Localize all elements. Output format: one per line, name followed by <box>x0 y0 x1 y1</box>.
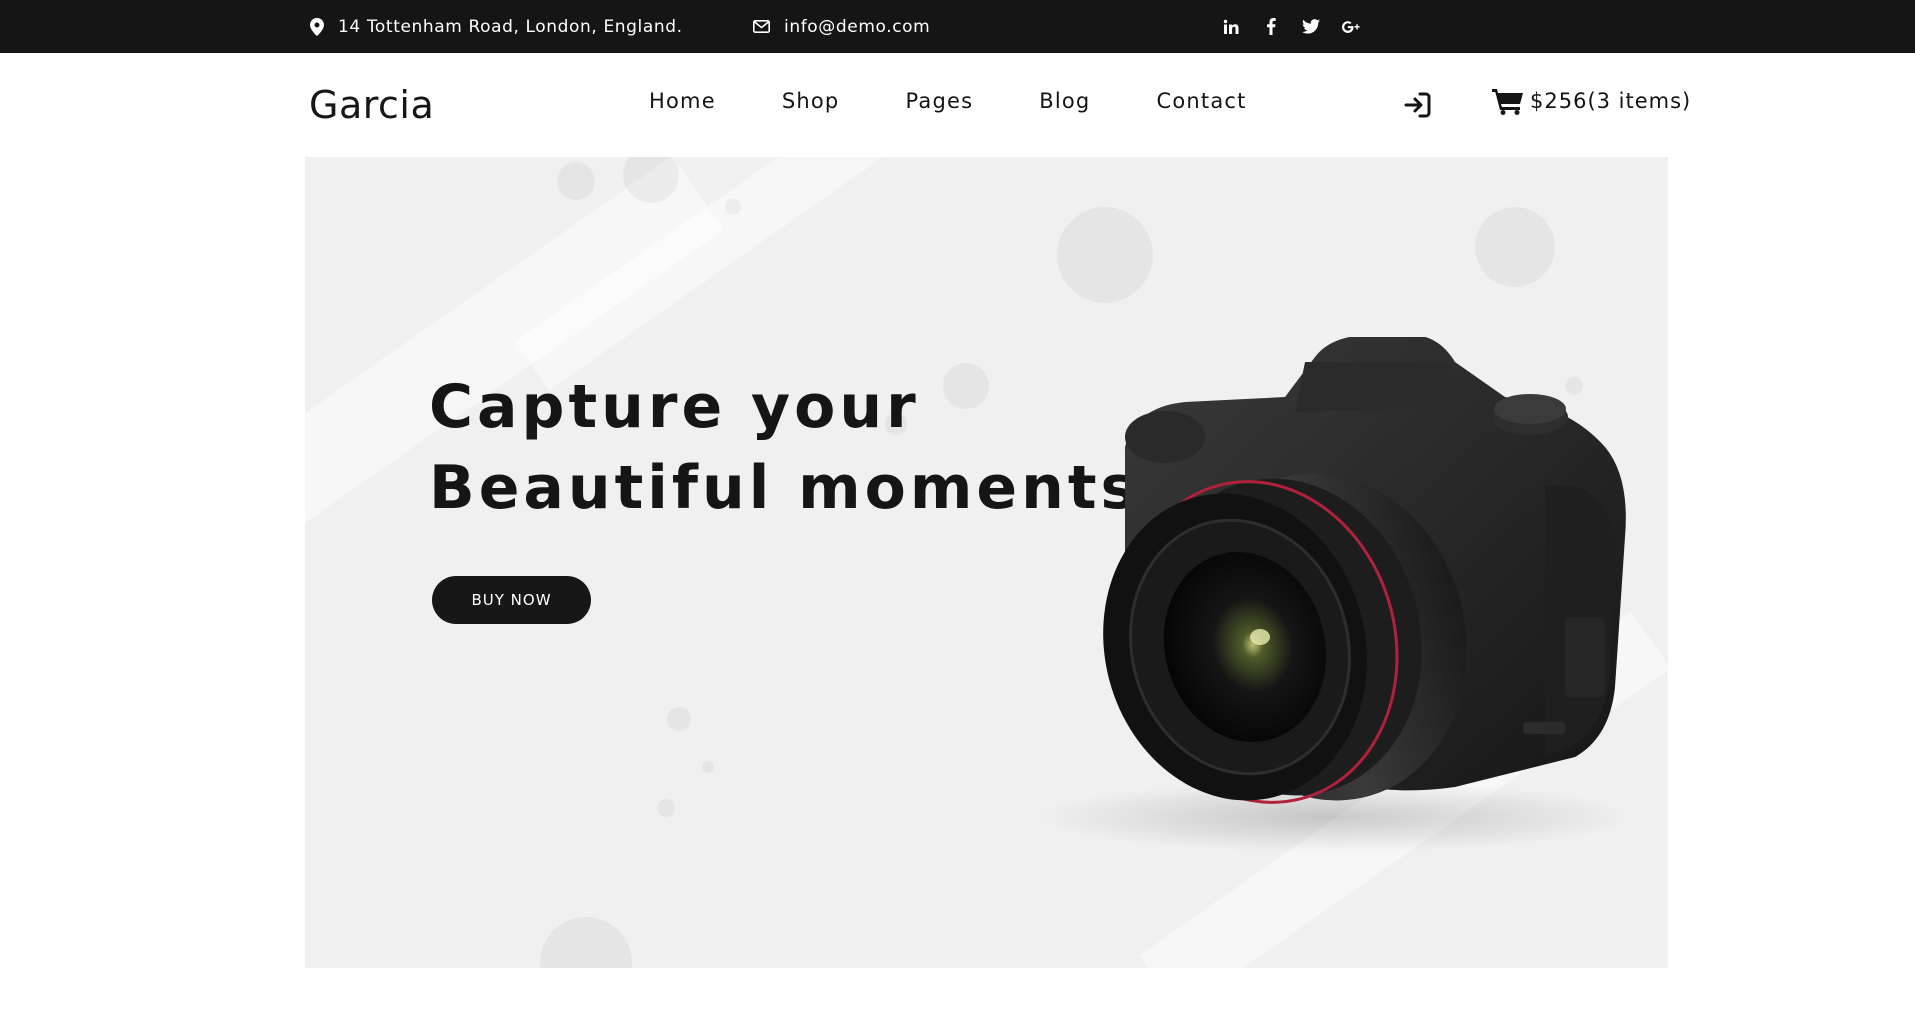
shopping-cart-icon <box>1492 89 1523 115</box>
background-dot <box>1057 207 1153 303</box>
nav-contact[interactable]: Contact <box>1156 89 1246 113</box>
buy-now-button[interactable]: BUY NOW <box>432 576 591 624</box>
envelope-icon <box>753 20 770 33</box>
cart-button[interactable]: $256(3 items) <box>1492 87 1691 115</box>
cart-summary[interactable]: $256(3 items) <box>1530 89 1691 113</box>
login-icon[interactable] <box>1403 90 1433 120</box>
linkedin-icon[interactable] <box>1222 18 1240 36</box>
top-bar: 14 Tottenham Road, London, England. info… <box>0 0 1915 53</box>
hero-banner: Capture your Beautiful moments BUY NOW <box>305 157 1668 968</box>
background-dot <box>540 917 632 968</box>
site-logo[interactable]: Garcia <box>309 83 434 127</box>
social-links <box>1222 0 1360 53</box>
nav-blog[interactable]: Blog <box>1039 89 1090 113</box>
nav-shop[interactable]: Shop <box>782 89 840 113</box>
dslr-camera-image <box>1035 337 1635 853</box>
main-nav: Home Shop Pages Blog Contact <box>649 89 1313 113</box>
facebook-icon[interactable] <box>1262 18 1280 36</box>
email-info[interactable]: info@demo.com <box>753 0 930 53</box>
nav-home[interactable]: Home <box>649 89 716 113</box>
google-plus-icon[interactable] <box>1342 18 1360 36</box>
background-dot <box>725 199 741 215</box>
site-header: Garcia Home Shop Pages Blog Contact $256… <box>0 53 1915 157</box>
map-pin-icon <box>310 17 324 36</box>
background-dot <box>667 707 691 731</box>
background-dot <box>557 162 595 200</box>
background-dot <box>1475 207 1555 287</box>
address-info: 14 Tottenham Road, London, England. <box>310 0 683 53</box>
background-dot <box>657 799 675 817</box>
nav-pages[interactable]: Pages <box>905 89 973 113</box>
address-text: 14 Tottenham Road, London, England. <box>338 16 683 37</box>
twitter-icon[interactable] <box>1302 18 1320 36</box>
background-dot <box>702 761 714 773</box>
email-text[interactable]: info@demo.com <box>784 17 930 37</box>
